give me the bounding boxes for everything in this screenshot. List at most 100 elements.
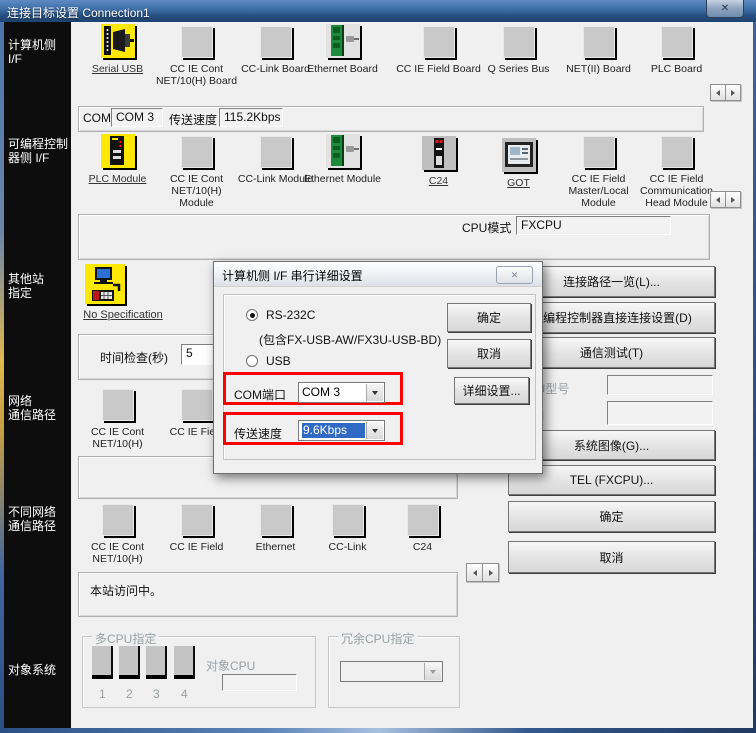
net-route-ccie-cont[interactable]: CC IE Cont NET/10(H) <box>78 389 157 450</box>
button-label: TEL (FXCPU)... <box>570 473 654 487</box>
connection-setup-window: 连接目标设置 Connection1 ✕ 计算机侧 I/F 可编程控制 器侧 I… <box>0 0 756 733</box>
diff-route-c24[interactable]: C24 <box>383 504 462 553</box>
board-icon <box>181 26 213 58</box>
dialog-cancel-button[interactable]: 取消 <box>447 339 531 368</box>
arrow-right-icon <box>731 90 735 96</box>
diff-route-ethernet[interactable]: Ethernet <box>236 504 315 553</box>
cpu-slot-4[interactable] <box>174 646 193 679</box>
arrow-right-icon <box>731 197 735 203</box>
redundant-cpu-select[interactable] <box>340 661 443 682</box>
cancel-button[interactable]: 取消 <box>508 541 715 573</box>
rs232c-radio[interactable] <box>246 309 258 321</box>
icon-label: Serial USB <box>75 63 161 75</box>
icon-label: CC IE Cont NET/10(H) <box>75 426 161 450</box>
chevron-down-icon <box>424 663 441 680</box>
cpu-slot-3[interactable] <box>146 646 165 679</box>
cpu-slot-1[interactable] <box>92 646 111 679</box>
plc-if-c24[interactable]: C24 <box>399 136 478 187</box>
detail-field <box>607 401 713 425</box>
rs232c-note: (包含FX-USB-AW/FX3U-USB-BD) <box>259 331 441 348</box>
dialog-title: 计算机侧 I/F 串行详细设置 <box>222 267 363 284</box>
cpu-slot-2[interactable] <box>119 646 138 679</box>
pc-if-ccie-field-board[interactable]: CC IE Field Board <box>399 26 478 75</box>
chevron-down-icon[interactable] <box>366 384 383 401</box>
com-label: COM <box>83 111 111 125</box>
route-icon <box>102 504 134 536</box>
chevron-down-icon[interactable] <box>366 422 383 439</box>
titlebar: 连接目标设置 Connection1 <box>0 0 756 22</box>
icon-label: C24 <box>380 541 466 553</box>
com-port-select[interactable]: COM 3 <box>298 382 385 403</box>
row4-scroll-right-button[interactable] <box>482 563 499 582</box>
plc-if-ccie-field-comm-head[interactable]: CC IE Field Communication Head Module <box>637 136 716 209</box>
multi-cpu-label: 多CPU指定 <box>92 630 159 647</box>
sidebar-label-network-route: 网络 通信路径 <box>8 394 56 422</box>
no-specification-icon <box>85 264 125 304</box>
com-port-label: COM端口 <box>234 386 286 403</box>
cpu-mode-label: CPU模式 <box>462 219 511 236</box>
diff-route-ccie-field[interactable]: CC IE Field <box>157 504 236 553</box>
row4-scroll-left-button[interactable] <box>466 563 483 582</box>
board-icon <box>661 26 693 58</box>
row2-scroll-right-button[interactable] <box>725 191 741 208</box>
icon-label: CC IE Field Board <box>396 63 482 75</box>
dialog-speed-label: 传送速度 <box>234 425 282 442</box>
route-icon <box>332 504 364 536</box>
usb-radio[interactable] <box>246 355 258 367</box>
button-label: 确定 <box>599 508 623 525</box>
pc-if-plc-board[interactable]: PLC Board <box>637 26 716 75</box>
row1-scroll-left-button[interactable] <box>710 84 726 101</box>
pc-if-ccie-cont-board[interactable]: CC IE Cont NET/10(H) Board <box>157 26 236 87</box>
time-check-label: 时间检查(秒) <box>100 349 168 366</box>
route-icon <box>181 504 213 536</box>
dialog-close-button[interactable]: ✕ <box>496 266 533 284</box>
target-cpu-field <box>222 674 297 691</box>
close-icon: ✕ <box>721 3 729 14</box>
row2-scroll-left-button[interactable] <box>710 191 726 208</box>
pc-if-q-series-bus[interactable]: Q Series Bus <box>479 26 558 75</box>
cpu-number-2: 2 <box>126 687 133 701</box>
sidebar-label-target-system: 对象系统 <box>8 663 56 677</box>
ok-button[interactable]: 确定 <box>508 501 715 532</box>
diff-route-cclink[interactable]: CC-Link <box>308 504 387 553</box>
serial-usb-icon <box>101 24 135 58</box>
plc-if-got[interactable]: GOT <box>479 138 558 189</box>
detail-setup-button[interactable]: 详细设置... <box>454 377 529 404</box>
pc-if-ethernet-board[interactable]: Ethernet Board <box>303 24 382 75</box>
button-label: 连接路径一览(L)... <box>563 273 660 290</box>
button-label: 通信测试(T) <box>580 344 643 361</box>
got-icon <box>502 138 536 172</box>
icon-label: CC IE Cont NET/10(H) Module <box>154 173 240 209</box>
icon-label: C24 <box>396 175 482 187</box>
pc-if-net2-board[interactable]: NET(II) Board <box>559 26 638 75</box>
icon-label: PLC Module <box>75 173 161 185</box>
button-label: 取消 <box>477 345 501 362</box>
icon-label: Ethernet Module <box>300 173 386 185</box>
serial-detail-dialog: 计算机侧 I/F 串行详细设置 ✕ RS-232C (包含FX-USB-AW/F… <box>213 261 543 474</box>
speed-select[interactable]: 9.6Kbps <box>298 420 385 441</box>
plc-if-plc-module[interactable]: PLC Module <box>78 134 157 185</box>
sidebar-label-other-station: 其他站 指定 <box>8 272 44 300</box>
pc-if-serial-usb[interactable]: Serial USB <box>78 24 157 75</box>
module-icon <box>181 136 213 168</box>
ethernet-board-icon <box>326 24 360 58</box>
button-label: 详细设置... <box>462 382 520 399</box>
status-text: 本站访问中。 <box>90 582 162 599</box>
board-icon <box>260 26 292 58</box>
plc-if-ccie-cont-module[interactable]: CC IE Cont NET/10(H) Module <box>157 136 236 209</box>
com-port-value: COM 3 <box>302 385 365 400</box>
module-icon <box>260 136 292 168</box>
arrow-left-icon <box>716 90 720 96</box>
diff-route-ccie-cont[interactable]: CC IE Cont NET/10(H) <box>78 504 157 565</box>
plc-if-ethernet-module[interactable]: Ethernet Module <box>303 134 382 185</box>
row1-scroll-right-button[interactable] <box>725 84 741 101</box>
icon-label: No Specification <box>67 309 179 321</box>
dialog-ok-button[interactable]: 确定 <box>447 303 531 332</box>
button-label: 取消 <box>599 549 623 566</box>
time-check-field[interactable]: 5 <box>181 344 217 365</box>
other-station-no-spec[interactable]: No Specification <box>75 264 135 321</box>
speed-value: 9.6Kbps <box>302 423 365 438</box>
cpu-model-field <box>607 375 713 395</box>
window-close-button[interactable]: ✕ <box>706 0 744 18</box>
plc-if-ccie-field-master-local[interactable]: CC IE Field Master/Local Module <box>559 136 638 209</box>
